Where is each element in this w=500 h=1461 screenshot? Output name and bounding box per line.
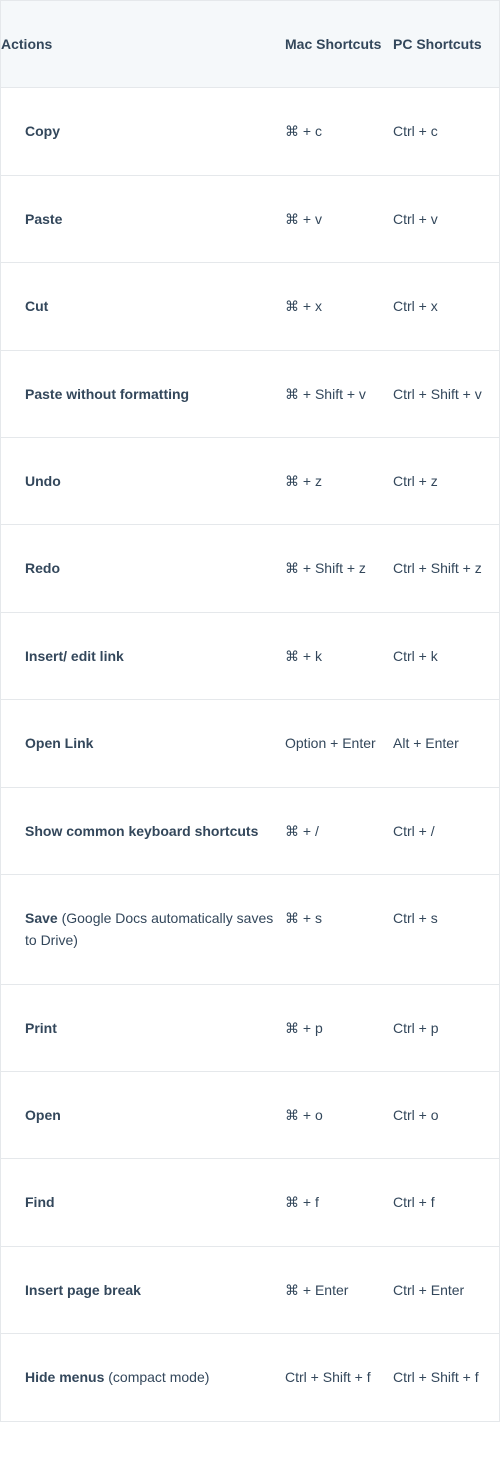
table-row: Copy ⌘ + cCtrl + c — [1, 88, 499, 175]
pc-shortcut: Ctrl + s — [393, 875, 493, 984]
mac-shortcut: ⌘ + Shift + v — [285, 351, 393, 437]
mac-shortcut: ⌘ + v — [285, 176, 393, 262]
pc-shortcut: Ctrl + p — [393, 985, 493, 1071]
action-cell: Cut — [1, 263, 285, 349]
table-row: Show common keyboard shortcuts ⌘ + /Ctrl … — [1, 788, 499, 875]
table-row: Undo ⌘ + zCtrl + z — [1, 438, 499, 525]
mac-shortcut: ⌘ + k — [285, 613, 393, 699]
table-row: Save (Google Docs automatically saves to… — [1, 875, 499, 985]
action-name: Paste — [25, 211, 62, 227]
table-row: Paste without formatting ⌘ + Shift + vCtr… — [1, 351, 499, 438]
action-name: Redo — [25, 560, 60, 576]
mac-shortcut: Ctrl + Shift + f — [285, 1334, 393, 1420]
mac-shortcut: ⌘ + s — [285, 875, 393, 984]
pc-shortcut: Ctrl + c — [393, 88, 493, 174]
action-cell: Hide menus (compact mode) — [1, 1334, 285, 1420]
header-pc: PC Shortcuts — [393, 1, 493, 87]
pc-shortcut: Ctrl + Shift + f — [393, 1334, 493, 1420]
action-cell: Insert page break — [1, 1247, 285, 1333]
pc-shortcut: Ctrl + o — [393, 1072, 493, 1158]
table-row: Insert page break ⌘ + EnterCtrl + Enter — [1, 1247, 499, 1334]
table-header-row: Actions Mac Shortcuts PC Shortcuts — [1, 1, 499, 88]
shortcuts-table: Actions Mac Shortcuts PC Shortcuts Copy ⌘… — [0, 0, 500, 1422]
pc-shortcut: Ctrl + z — [393, 438, 493, 524]
action-cell: Show common keyboard shortcuts — [1, 788, 285, 874]
mac-shortcut: ⌘ + p — [285, 985, 393, 1071]
action-cell: Save (Google Docs automatically saves to… — [1, 875, 285, 984]
action-cell: Copy — [1, 88, 285, 174]
action-name: Save — [25, 910, 58, 926]
pc-shortcut: Alt + Enter — [393, 700, 493, 786]
action-name: Insert/ edit link — [25, 648, 124, 664]
action-name: Insert page break — [25, 1282, 141, 1298]
action-name: Open Link — [25, 735, 93, 751]
table-row: Open Link Option + EnterAlt + Enter — [1, 700, 499, 787]
table-row: Hide menus (compact mode)Ctrl + Shift + … — [1, 1334, 499, 1420]
action-note: (compact mode) — [104, 1369, 209, 1385]
action-note: (Google Docs automatically saves to Driv… — [25, 910, 273, 948]
action-name: Hide menus — [25, 1369, 104, 1385]
action-name: Cut — [25, 298, 48, 314]
pc-shortcut: Ctrl + k — [393, 613, 493, 699]
action-name: Open — [25, 1107, 61, 1123]
header-mac: Mac Shortcuts — [285, 1, 393, 87]
pc-shortcut: Ctrl + x — [393, 263, 493, 349]
action-cell: Find — [1, 1159, 285, 1245]
action-name: Undo — [25, 473, 61, 489]
mac-shortcut: ⌘ + o — [285, 1072, 393, 1158]
table-row: Paste ⌘ + vCtrl + v — [1, 176, 499, 263]
mac-shortcut: ⌘ + z — [285, 438, 393, 524]
mac-shortcut: ⌘ + / — [285, 788, 393, 874]
action-cell: Paste — [1, 176, 285, 262]
action-cell: Undo — [1, 438, 285, 524]
table-row: Print ⌘ + pCtrl + p — [1, 985, 499, 1072]
pc-shortcut: Ctrl + / — [393, 788, 493, 874]
mac-shortcut: Option + Enter — [285, 700, 393, 786]
table-row: Open ⌘ + oCtrl + o — [1, 1072, 499, 1159]
mac-shortcut: ⌘ + c — [285, 88, 393, 174]
mac-shortcut: ⌘ + Enter — [285, 1247, 393, 1333]
action-name: Show common keyboard shortcuts — [25, 823, 258, 839]
action-cell: Open — [1, 1072, 285, 1158]
mac-shortcut: ⌘ + f — [285, 1159, 393, 1245]
action-cell: Print — [1, 985, 285, 1071]
action-cell: Redo — [1, 525, 285, 611]
action-cell: Open Link — [1, 700, 285, 786]
action-name: Print — [25, 1020, 57, 1036]
action-name: Paste without formatting — [25, 386, 189, 402]
table-row: Cut ⌘ + xCtrl + x — [1, 263, 499, 350]
action-name: Find — [25, 1194, 55, 1210]
table-row: Insert/ edit link ⌘ + kCtrl + k — [1, 613, 499, 700]
action-name: Copy — [25, 123, 60, 139]
action-cell: Paste without formatting — [1, 351, 285, 437]
pc-shortcut: Ctrl + Shift + z — [393, 525, 493, 611]
table-row: Find ⌘ + fCtrl + f — [1, 1159, 499, 1246]
pc-shortcut: Ctrl + Shift + v — [393, 351, 493, 437]
pc-shortcut: Ctrl + f — [393, 1159, 493, 1245]
table-row: Redo ⌘ + Shift + zCtrl + Shift + z — [1, 525, 499, 612]
action-cell: Insert/ edit link — [1, 613, 285, 699]
pc-shortcut: Ctrl + Enter — [393, 1247, 493, 1333]
pc-shortcut: Ctrl + v — [393, 176, 493, 262]
header-actions: Actions — [1, 1, 285, 87]
mac-shortcut: ⌘ + Shift + z — [285, 525, 393, 611]
mac-shortcut: ⌘ + x — [285, 263, 393, 349]
